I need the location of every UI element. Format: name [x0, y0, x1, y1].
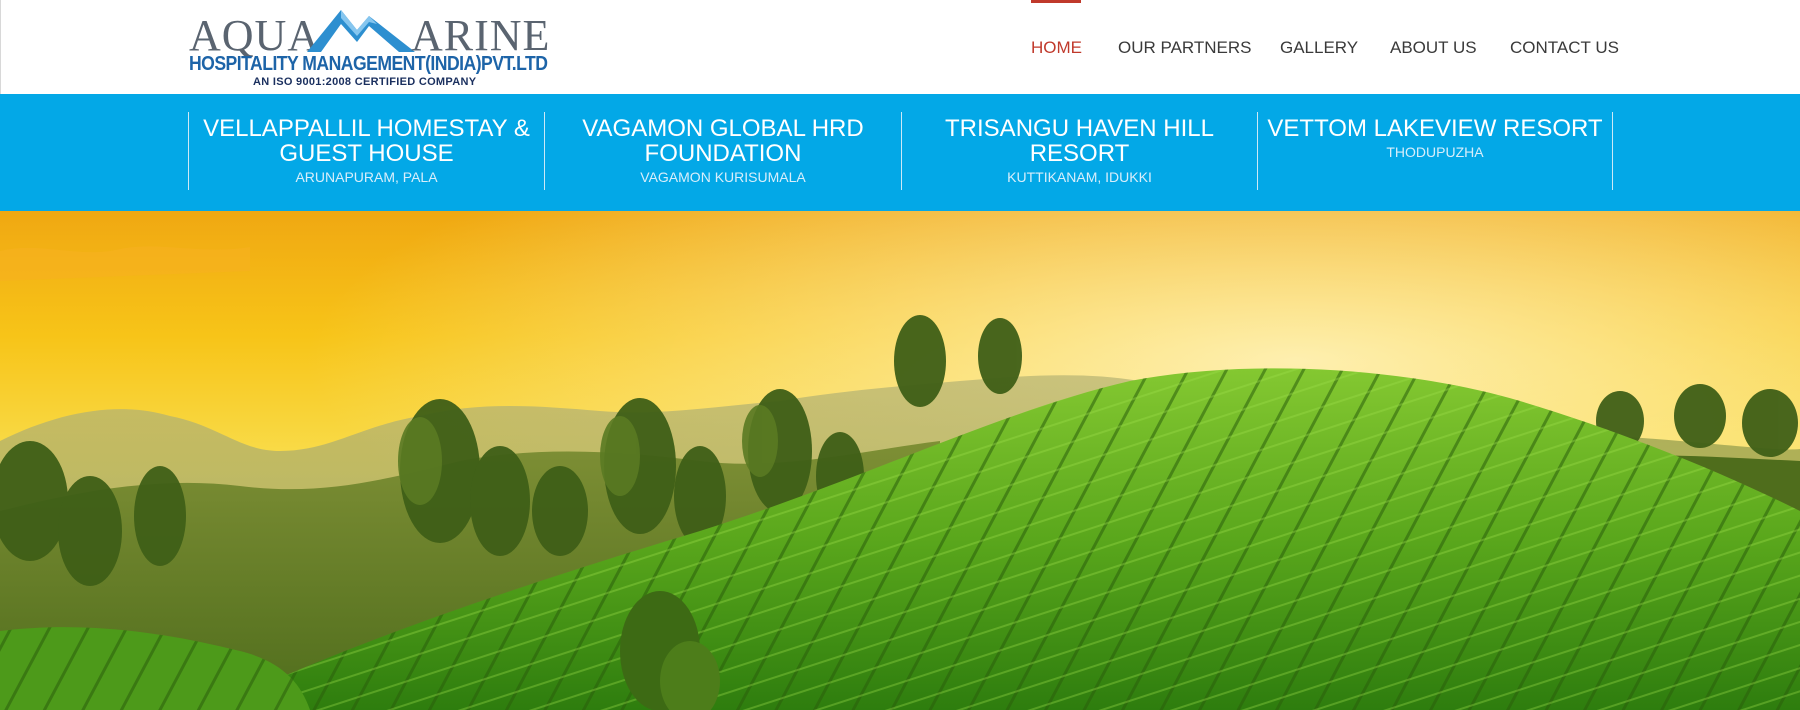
- logo-company-name: HOSPITALITY MANAGEMENT(INDIA)PVT.LTD: [189, 53, 548, 75]
- property-location: VAGAMON KURISUMALA: [640, 169, 806, 185]
- property-card-vagamon[interactable]: VAGAMON GLOBAL HRD FOUNDATION VAGAMON KU…: [544, 112, 901, 190]
- logo-word-right: ARINE: [411, 11, 551, 60]
- nav-gallery[interactable]: GALLERY: [1280, 38, 1358, 58]
- nav-home[interactable]: HOME: [1031, 38, 1082, 58]
- property-location: THODUPUZHA: [1386, 144, 1484, 160]
- property-card-vellappallil[interactable]: VELLAPPALLIL HOMESTAY & GUEST HOUSE ARUN…: [188, 112, 544, 190]
- property-card-trisangu[interactable]: TRISANGU HAVEN HILL RESORT KUTTIKANAM, I…: [901, 112, 1257, 190]
- nav-contact-us[interactable]: CONTACT US: [1510, 38, 1619, 58]
- property-name: VAGAMON GLOBAL HRD FOUNDATION: [582, 115, 864, 167]
- nav-about-us[interactable]: ABOUT US: [1390, 38, 1477, 58]
- logo-mountain-icon: [307, 10, 415, 52]
- property-name: VELLAPPALLIL HOMESTAY & GUEST HOUSE: [203, 115, 530, 167]
- site-header: AQUA ARINE HOSPITALITY MANAGEMENT(INDIA)…: [0, 0, 1800, 94]
- nav-active-indicator: [1031, 0, 1081, 3]
- company-logo[interactable]: AQUA ARINE HOSPITALITY MANAGEMENT(INDIA)…: [189, 4, 549, 92]
- property-location: ARUNAPURAM, PALA: [295, 169, 438, 185]
- nav-our-partners[interactable]: OUR PARTNERS: [1118, 38, 1252, 58]
- hero-banner-image: [0, 211, 1800, 710]
- property-card-vettom[interactable]: VETTOM LAKEVIEW RESORT THODUPUZHA: [1257, 112, 1613, 190]
- property-location: KUTTIKANAM, IDUKKI: [1007, 169, 1152, 185]
- property-name: TRISANGU HAVEN HILL RESORT: [945, 115, 1214, 167]
- property-name: VETTOM LAKEVIEW RESORT: [1267, 115, 1603, 142]
- logo-word-left: AQUA: [189, 11, 321, 60]
- tea-plantation-landscape: [0, 211, 1800, 710]
- properties-band: VELLAPPALLIL HOMESTAY & GUEST HOUSE ARUN…: [0, 94, 1800, 211]
- logo-certification: AN ISO 9001:2008 CERTIFIED COMPANY: [253, 76, 477, 88]
